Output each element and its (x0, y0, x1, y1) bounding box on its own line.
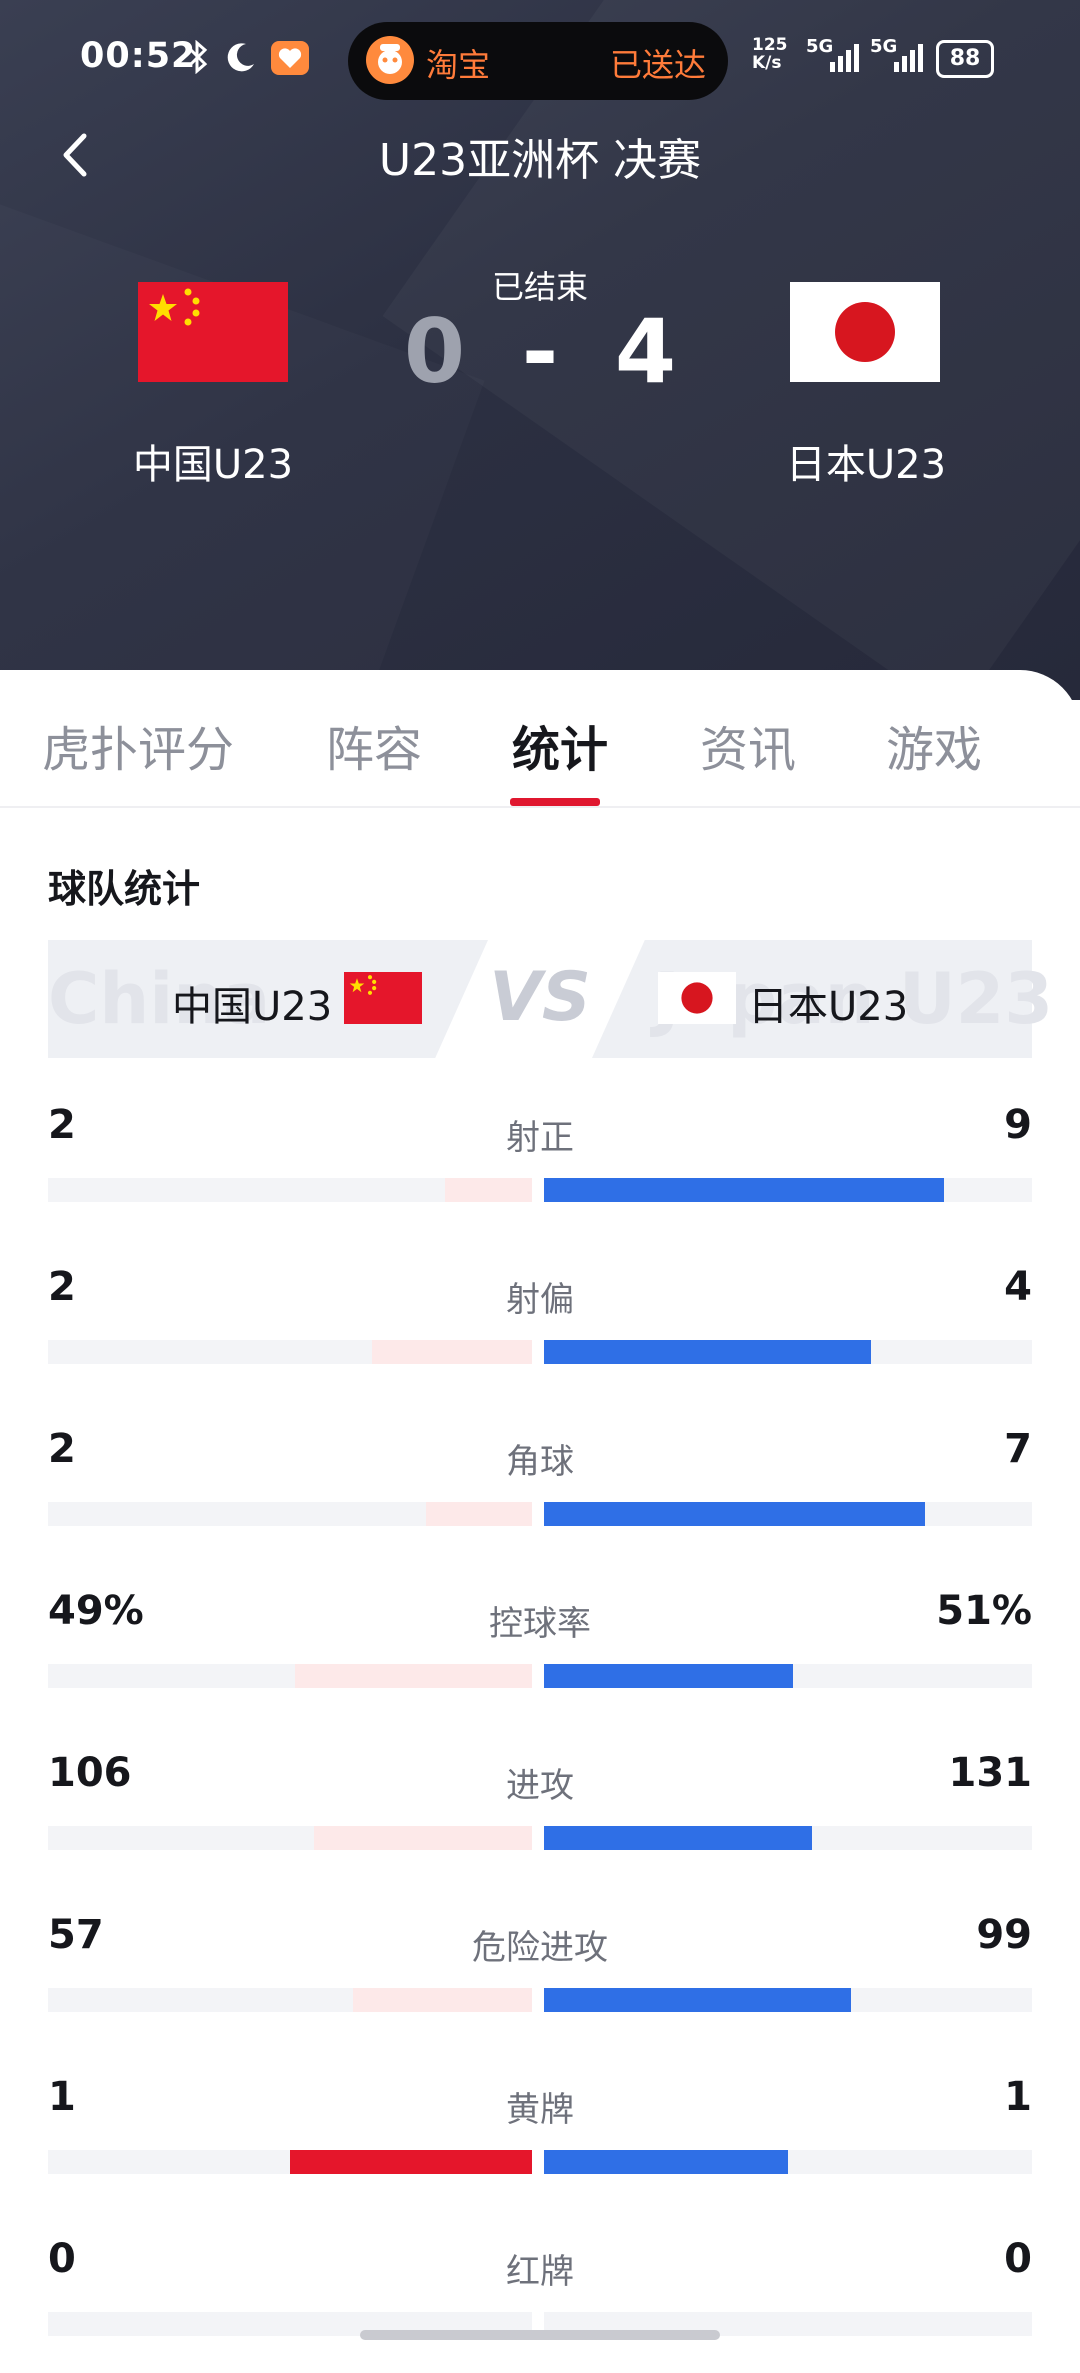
section-title: 球队统计 (48, 867, 201, 911)
stat-away-value: 7 (1004, 1426, 1032, 1472)
network-speed-value: 125 (752, 35, 788, 55)
stat-row: 57 危险进攻 99 (48, 1912, 1032, 2012)
active-tab-indicator (510, 798, 600, 806)
stat-away-value: 1 (1004, 2074, 1032, 2120)
home-indicator[interactable] (360, 2330, 720, 2340)
vs-label: VS (489, 958, 591, 1037)
stat-away-value: 131 (948, 1750, 1033, 1796)
moon-icon (224, 40, 258, 82)
stat-row: 2 角球 7 (48, 1426, 1032, 1526)
stat-label: 射偏 (506, 1280, 574, 1320)
stat-row: 0 红牌 0 (48, 2236, 1032, 2336)
stat-home-bar (426, 1502, 532, 1526)
stat-home-bar-track (48, 1988, 532, 2012)
tab-bar: 虎扑评分 阵容 统计 资讯 游戏 (0, 670, 1080, 808)
stat-row: 1 黄牌 1 (48, 2074, 1032, 2174)
network-speed: 125 K/s (752, 36, 788, 72)
status-bar: 00:52 淘宝 已送达 125 K/s 5G 5G 88 (0, 0, 1080, 120)
vs-away-name: 日本U23 (748, 984, 909, 1030)
japan-flag-icon[interactable] (790, 282, 940, 382)
stat-label: 危险进攻 (472, 1928, 608, 1968)
network-speed-unit: K/s (752, 53, 782, 73)
stat-away-value: 51% (936, 1588, 1032, 1634)
home-score: 0 (403, 300, 466, 403)
stat-away-bar (544, 1664, 793, 1688)
stat-home-bar (290, 2150, 532, 2174)
stat-label: 角球 (506, 1442, 574, 1482)
stat-away-bar-track (544, 2150, 1032, 2174)
stat-home-bar-track (48, 1178, 532, 1202)
away-score: 4 (614, 300, 677, 403)
stat-home-bar-track (48, 2150, 532, 2174)
tab-games[interactable]: 游戏 (886, 710, 982, 780)
stat-home-bar-track (48, 1826, 532, 1850)
stat-away-bar (544, 1502, 925, 1526)
stat-label: 控球率 (489, 1604, 591, 1644)
away-team-name[interactable]: 日本U23 (716, 432, 1016, 490)
signal-bars-icon (894, 44, 923, 72)
stat-away-value: 99 (976, 1912, 1032, 1958)
stat-row: 49% 控球率 51% (48, 1588, 1032, 1688)
stat-home-bar (353, 1988, 532, 2012)
stat-away-bar (544, 1178, 944, 1202)
content-sheet: 虎扑评分 阵容 统计 资讯 游戏 球队统计 China Japan U23 中国… (0, 670, 1080, 2373)
vs-banner: China Japan U23 中国U23 VS 日本U23 (48, 940, 1053, 1058)
stat-home-bar (314, 1826, 532, 1850)
stat-away-bar (544, 2150, 788, 2174)
dynamic-island-notification[interactable]: 淘宝 已送达 (348, 22, 728, 100)
stat-home-bar (445, 1178, 532, 1202)
stat-away-value: 4 (1004, 1264, 1032, 1310)
stat-home-bar-track (48, 1502, 532, 1526)
stat-label: 射正 (506, 1118, 574, 1158)
stat-row: 106 进攻 131 (48, 1750, 1032, 1850)
stat-row: 2 射正 9 (48, 1102, 1032, 1202)
status-time: 00:52 (80, 36, 197, 76)
stat-away-bar-track (544, 1826, 1032, 1850)
stat-away-bar-track (544, 1178, 1032, 1202)
china-flag-icon (344, 972, 422, 1024)
stat-away-bar (544, 1826, 812, 1850)
home-team-name[interactable]: 中国U23 (63, 432, 363, 490)
page-title: U23亚洲杯 决赛 (378, 135, 702, 186)
japan-flag-icon (658, 972, 736, 1024)
stat-away-value: 0 (1004, 2236, 1032, 2282)
stat-away-bar-track (544, 1340, 1032, 1364)
signal-bars-icon (830, 44, 859, 72)
taobao-logo-icon (366, 36, 414, 84)
stat-away-bar (544, 1340, 871, 1364)
vs-home-name: 中国U23 (172, 984, 333, 1030)
match-header: 00:52 淘宝 已送达 125 K/s 5G 5G 88 U23亚洲杯 决赛 … (0, 0, 1080, 700)
tab-lineup[interactable]: 阵容 (326, 710, 422, 780)
app-notification-icon (270, 40, 310, 84)
stat-row: 2 射偏 4 (48, 1264, 1032, 1364)
battery-indicator: 88 (936, 40, 994, 78)
tab-news[interactable]: 资讯 (700, 710, 796, 780)
tab-player-ratings[interactable]: 虎扑评分 (42, 710, 234, 780)
island-status: 已送达 (609, 46, 706, 84)
stat-away-bar-track (544, 1502, 1032, 1526)
island-app-name: 淘宝 (426, 46, 491, 84)
bluetooth-icon (186, 39, 210, 82)
stat-away-bar-track (544, 1988, 1032, 2012)
stat-away-value: 9 (1004, 1102, 1032, 1148)
stat-home-bar-track (48, 1340, 532, 1364)
stat-home-bar-track (48, 1664, 532, 1688)
stat-label: 黄牌 (506, 2090, 574, 2130)
stat-label: 红牌 (506, 2252, 574, 2292)
stat-away-bar (544, 1988, 851, 2012)
stat-home-bar (295, 1664, 532, 1688)
stat-label: 进攻 (506, 1766, 574, 1806)
stat-away-bar-track (544, 1664, 1032, 1688)
score-separator: - (521, 300, 559, 403)
tab-statistics[interactable]: 统计 (512, 710, 608, 780)
stat-home-bar (372, 1340, 532, 1364)
